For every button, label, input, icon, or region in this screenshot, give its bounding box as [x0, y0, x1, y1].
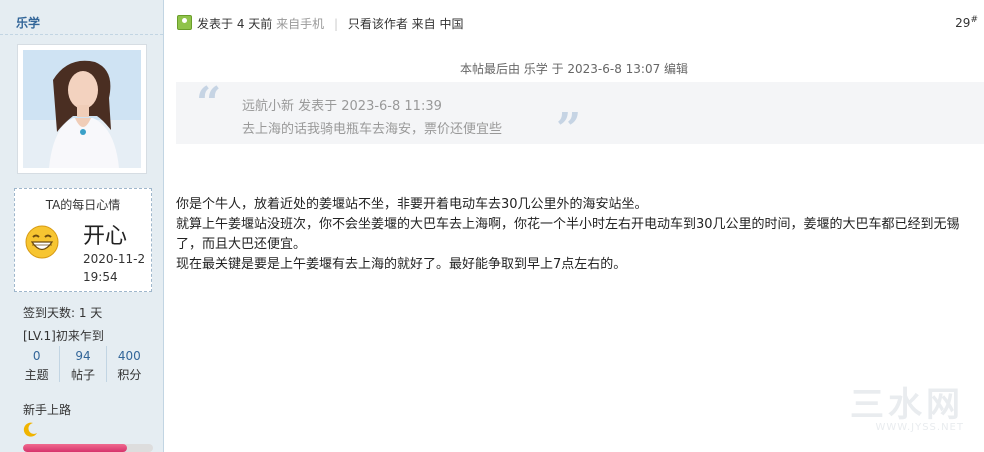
meta-separator: | — [333, 17, 338, 31]
level-progress-fill — [23, 444, 127, 452]
post-location: 来自 中国 — [411, 17, 464, 31]
content-paragraph: 你是个牛人，放着近处的姜堰站不坐，非要开着电动车去30几公里外的海安站坐。 — [176, 197, 648, 212]
avatar-image — [23, 50, 141, 168]
quote-body: 去上海的话我骑电瓶车去海安，票价还便宜些 — [242, 122, 503, 137]
avatar[interactable] — [17, 44, 147, 174]
post-meta: 发表于 4 天前 来自手机 | 只看该作者 来自 中国 — [197, 15, 463, 32]
stat-points[interactable]: 400 积分 — [107, 346, 152, 382]
divider — [0, 34, 163, 35]
floor-hash: # — [970, 15, 978, 25]
watermark-logo: 三水网 — [850, 385, 964, 425]
level-progress-bar — [23, 444, 153, 452]
stat-posts-label: 帖子 — [70, 368, 95, 382]
mood-value: 开心 — [83, 224, 128, 249]
site-watermark: 三水网 WWW.JYSS.NET — [850, 388, 964, 433]
content-paragraph: 就算上午姜堰站没班次，你不会坐姜堰的大巴车去上海啊，你花一个半小时左右开电动车到… — [176, 217, 960, 252]
stat-posts[interactable]: 94 帖子 — [60, 346, 107, 382]
post-source: 来自手机 — [276, 17, 325, 31]
author-name-link[interactable]: 乐学 — [16, 14, 40, 31]
stat-topics-num: 0 — [32, 349, 41, 363]
author-stats: 0 主题 94 帖子 400 积分 — [14, 346, 152, 382]
content-paragraph: 现在最关键是要是上午姜堰有去上海的就好了。最好能争取到早上7点左右的。 — [176, 257, 627, 272]
mood-time: 19:54 — [83, 270, 118, 284]
mood-date: 2020-11-2 — [83, 252, 146, 266]
edited-note: 本帖最后由 乐学 于 2023-6-8 13:07 编辑 — [459, 62, 689, 76]
close-quote-icon: ” — [556, 104, 582, 155]
forum-post: 乐学 TA的每日心情 开心 2020-11-2 19:54 签到天数: 1 天 … — [0, 0, 984, 452]
post-header: 发表于 4 天前 来自手机 | 只看该作者 来自 中国 29# — [164, 0, 984, 44]
open-quote-icon: “ — [196, 78, 222, 129]
floor-number: 29 — [955, 16, 971, 30]
checkin-days: 签到天数: 1 天 — [23, 306, 103, 320]
stat-points-num: 400 — [117, 349, 141, 363]
stat-topics-label: 主题 — [24, 368, 49, 382]
daily-mood-box: TA的每日心情 开心 2020-11-2 19:54 — [14, 188, 152, 292]
stat-points-label: 积分 — [117, 368, 142, 382]
only-author-link[interactable]: 只看该作者 — [348, 17, 408, 31]
quote-block: “ 远航小新 发表于 2023-6-8 11:39 去上海的话我骑电瓶车去海安，… — [176, 78, 984, 152]
quote-header: 远航小新 发表于 2023-6-8 11:39 — [242, 99, 442, 114]
laughing-face-icon — [25, 225, 59, 259]
user-level-link[interactable]: [LV.1]初来乍到 — [23, 327, 104, 344]
stat-posts-num: 94 — [75, 349, 91, 363]
moon-icon — [23, 422, 37, 437]
mood-title: TA的每日心情 — [45, 198, 121, 212]
stat-topics[interactable]: 0 主题 — [14, 346, 61, 382]
post-content: 你是个牛人，放着近处的姜堰站不坐，非要开着电动车去30几公里外的海安站坐。 就算… — [176, 195, 976, 275]
online-user-icon — [177, 15, 192, 30]
floor-number-link[interactable]: 29# — [955, 15, 978, 30]
post-time: 发表于 4 天前 — [197, 17, 273, 31]
author-sidebar: 乐学 TA的每日心情 开心 2020-11-2 19:54 签到天数: 1 天 … — [0, 0, 164, 452]
user-group-link[interactable]: 新手上路 — [23, 401, 71, 418]
